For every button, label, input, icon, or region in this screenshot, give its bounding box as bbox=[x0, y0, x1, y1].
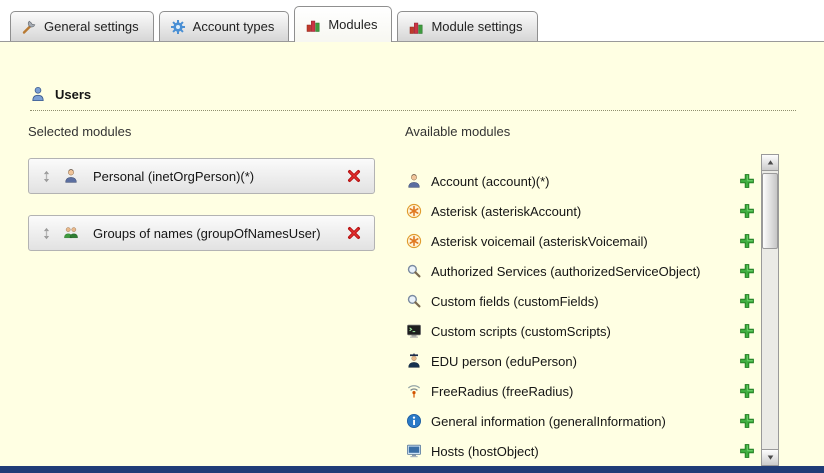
available-module-label: Asterisk voicemail (asteriskVoicemail) bbox=[431, 234, 728, 249]
available-module-label: General information (generalInformation) bbox=[431, 414, 728, 429]
tools-icon bbox=[21, 19, 37, 35]
selected-module-label: Personal (inetOrgPerson)(*) bbox=[89, 169, 334, 184]
tab-account-types[interactable]: Account types bbox=[159, 11, 290, 41]
available-module-row-hosts: Hosts (hostObject) bbox=[406, 436, 757, 466]
modules-panel: Users Selected modules Available modules… bbox=[0, 41, 824, 466]
add-module-button[interactable] bbox=[737, 291, 757, 311]
remove-module-button[interactable] bbox=[344, 166, 364, 186]
user-icon bbox=[30, 86, 46, 102]
add-module-button[interactable] bbox=[737, 381, 757, 401]
add-module-button[interactable] bbox=[737, 321, 757, 341]
person-icon bbox=[406, 173, 422, 189]
available-modules-heading: Available modules bbox=[405, 124, 510, 139]
available-module-row-general-information: General information (generalInformation) bbox=[406, 406, 757, 436]
tab-module-settings-label: Module settings bbox=[431, 19, 522, 34]
selected-module-row-groups: Groups of names (groupOfNamesUser) bbox=[28, 215, 375, 251]
group-icon bbox=[63, 225, 79, 241]
add-module-button[interactable] bbox=[737, 261, 757, 281]
available-module-row-custom-fields: Custom fields (customFields) bbox=[406, 286, 757, 316]
add-module-button[interactable] bbox=[737, 411, 757, 431]
scrollbar-track[interactable] bbox=[762, 171, 778, 449]
add-module-button[interactable] bbox=[737, 441, 757, 461]
asterisk-icon bbox=[406, 233, 422, 249]
radius-icon bbox=[406, 383, 422, 399]
scroll-up-button[interactable] bbox=[762, 155, 778, 171]
terminal-icon bbox=[406, 323, 422, 339]
selected-modules-heading: Selected modules bbox=[28, 124, 131, 139]
person-icon bbox=[63, 168, 79, 184]
scrollbar-thumb[interactable] bbox=[762, 173, 778, 249]
available-module-label: Account (account)(*) bbox=[431, 174, 728, 189]
available-module-label: Custom scripts (customScripts) bbox=[431, 324, 728, 339]
tab-general-settings[interactable]: General settings bbox=[10, 11, 154, 41]
available-module-row-custom-scripts: Custom scripts (customScripts) bbox=[406, 316, 757, 346]
add-module-button[interactable] bbox=[737, 201, 757, 221]
users-section-title: Users bbox=[55, 87, 91, 102]
arrow-up-icon bbox=[766, 158, 775, 167]
available-module-row-asterisk: Asterisk (asteriskAccount) bbox=[406, 196, 757, 226]
add-module-button[interactable] bbox=[737, 171, 757, 191]
available-modules-list: Account (account)(*) Asterisk (asteriskA… bbox=[406, 166, 757, 466]
available-module-row-asterisk-voicemail: Asterisk voicemail (asteriskVoicemail) bbox=[406, 226, 757, 256]
available-module-label: Authorized Services (authorizedServiceOb… bbox=[431, 264, 728, 279]
arrow-down-icon bbox=[766, 453, 775, 462]
sort-handle-icon[interactable] bbox=[39, 223, 53, 243]
remove-module-button[interactable] bbox=[344, 223, 364, 243]
add-module-button[interactable] bbox=[737, 351, 757, 371]
selected-module-label: Groups of names (groupOfNamesUser) bbox=[89, 226, 334, 241]
tab-general-settings-label: General settings bbox=[44, 19, 139, 34]
tab-modules[interactable]: Modules bbox=[294, 6, 392, 42]
info-icon bbox=[406, 413, 422, 429]
available-module-row-freeradius: FreeRadius (freeRadius) bbox=[406, 376, 757, 406]
tab-modules-label: Modules bbox=[328, 17, 377, 32]
available-module-label: FreeRadius (freeRadius) bbox=[431, 384, 728, 399]
users-section-heading: Users bbox=[30, 86, 796, 111]
host-icon bbox=[406, 443, 422, 459]
sort-handle-icon[interactable] bbox=[39, 166, 53, 186]
modules-icon bbox=[305, 17, 321, 33]
available-module-label: Hosts (hostObject) bbox=[431, 444, 728, 459]
asterisk-icon bbox=[406, 203, 422, 219]
bottom-divider-bar bbox=[0, 466, 824, 473]
selected-modules-list: Personal (inetOrgPerson)(*) Groups of na… bbox=[28, 158, 375, 251]
available-module-label: EDU person (eduPerson) bbox=[431, 354, 728, 369]
available-modules-scrollbar bbox=[761, 154, 779, 466]
tab-bar: General settings Account types Modules M… bbox=[0, 0, 824, 41]
scroll-down-button[interactable] bbox=[762, 449, 778, 465]
available-module-row-authorized-services: Authorized Services (authorizedServiceOb… bbox=[406, 256, 757, 286]
tab-module-settings[interactable]: Module settings bbox=[397, 11, 537, 41]
add-module-button[interactable] bbox=[737, 231, 757, 251]
available-module-label: Asterisk (asteriskAccount) bbox=[431, 204, 728, 219]
available-module-row-account: Account (account)(*) bbox=[406, 166, 757, 196]
tab-account-types-label: Account types bbox=[193, 19, 275, 34]
gear-icon bbox=[170, 19, 186, 35]
edu-person-icon bbox=[406, 353, 422, 369]
modules-icon bbox=[408, 19, 424, 35]
available-module-label: Custom fields (customFields) bbox=[431, 294, 728, 309]
available-module-row-edu-person: EDU person (eduPerson) bbox=[406, 346, 757, 376]
magnifier-icon bbox=[406, 263, 422, 279]
selected-module-row-personal: Personal (inetOrgPerson)(*) bbox=[28, 158, 375, 194]
magnifier-icon bbox=[406, 293, 422, 309]
